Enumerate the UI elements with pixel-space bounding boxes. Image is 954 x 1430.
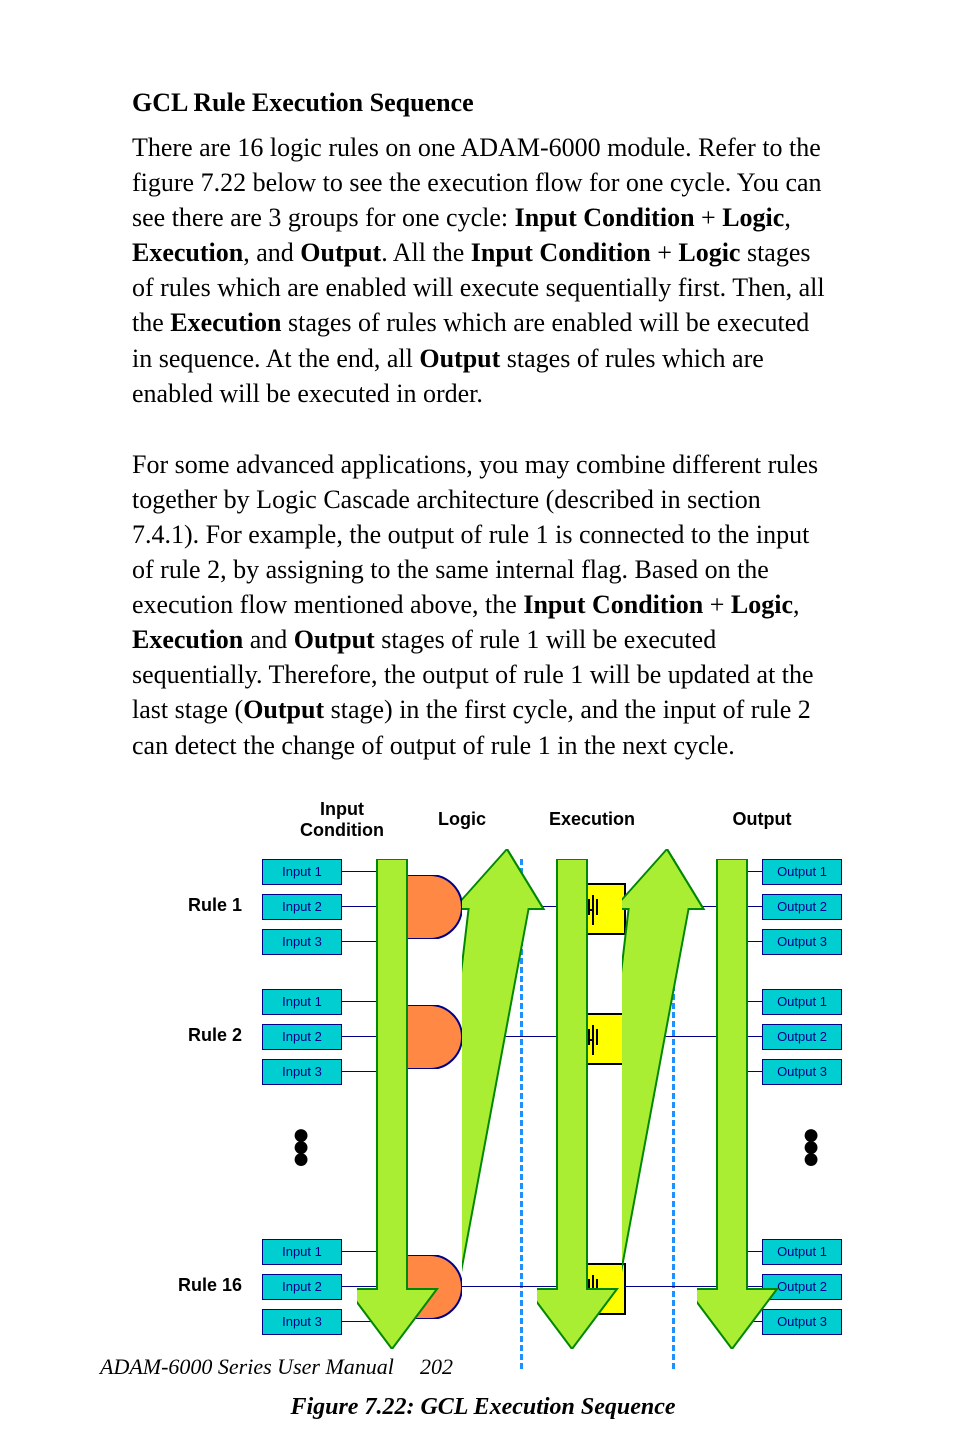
col-input-condition: InputCondition [292, 799, 392, 841]
paragraph-1: There are 16 logic rules on one ADAM-600… [132, 130, 834, 411]
bold: Output [419, 344, 500, 373]
col-output: Output [712, 809, 812, 830]
input-box: Input 3 [262, 1059, 342, 1085]
bold: Output [243, 695, 324, 724]
footer-title: ADAM-6000 Series User Manual [100, 1354, 394, 1380]
bold: Logic [731, 590, 793, 619]
ellipsis-icon: ●●● [292, 1129, 310, 1165]
input-box: Input 1 [262, 989, 342, 1015]
row-label-rule16: Rule 16 [162, 1275, 242, 1296]
bold: Logic [678, 238, 740, 267]
figure-caption: Figure 7.22: GCL Execution Sequence [132, 1394, 834, 1421]
text: + [703, 590, 731, 619]
execution-diagram: InputCondition Logic Execution Output Ru… [162, 799, 862, 1384]
text: + [695, 203, 723, 232]
bold: Input Condition [471, 238, 651, 267]
flow-arrow-icon [537, 859, 627, 1349]
text: and [243, 625, 294, 654]
row-label-rule1: Rule 1 [162, 895, 242, 916]
col-execution: Execution [532, 809, 652, 830]
input-box: Input 2 [262, 1024, 342, 1050]
input-box: Input 3 [262, 1309, 342, 1335]
text: + [651, 238, 679, 267]
col-logic: Logic [422, 809, 502, 830]
flow-arrow-icon [357, 859, 447, 1349]
input-box: Input 2 [262, 894, 342, 920]
flow-arrow-icon [697, 859, 787, 1349]
text: , [793, 590, 800, 619]
bold: Execution [170, 308, 281, 337]
ellipsis-icon: ●●● [802, 1129, 820, 1165]
bold: Execution [132, 625, 243, 654]
bold: Output [294, 625, 375, 654]
input-box: Input 1 [262, 1239, 342, 1265]
bold: Output [300, 238, 381, 267]
input-box: Input 2 [262, 1274, 342, 1300]
section-heading: GCL Rule Execution Sequence [132, 88, 834, 118]
bold: Execution [132, 238, 243, 267]
row-label-rule2: Rule 2 [162, 1025, 242, 1046]
text: , [784, 203, 791, 232]
input-box: Input 3 [262, 929, 342, 955]
bold: Logic [722, 203, 784, 232]
bold: Input Condition [523, 590, 703, 619]
paragraph-2: For some advanced applications, you may … [132, 447, 834, 763]
text: . All the [381, 238, 471, 267]
input-box: Input 1 [262, 859, 342, 885]
text: , and [243, 238, 300, 267]
footer-page-number: 202 [420, 1354, 453, 1380]
bold: Input Condition [515, 203, 695, 232]
